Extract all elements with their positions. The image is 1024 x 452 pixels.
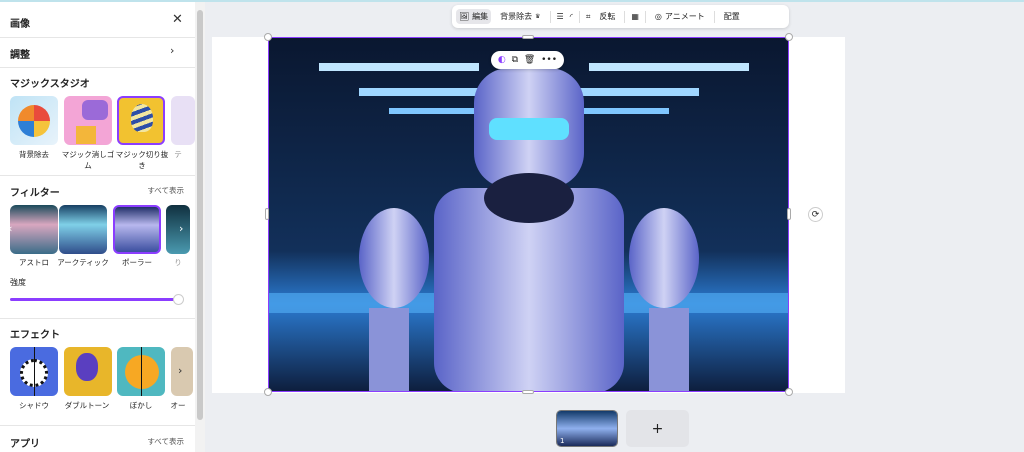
- flip-button[interactable]: 反転: [596, 9, 618, 24]
- element-actions: ◐ ⧉ 🗑 •••: [491, 51, 564, 69]
- resize-handle[interactable]: [785, 388, 793, 396]
- panel-scrollbar[interactable]: [195, 2, 205, 452]
- resize-handle[interactable]: [787, 208, 791, 220]
- magic-label: テ: [174, 150, 182, 159]
- edit-button[interactable]: 🖼 編集: [456, 9, 492, 24]
- context-toolbar: 🖼 編集 背景除去 ♛ ☰ ◜ ⌗ 反転 ▦ ◎ アニメート 配置: [452, 5, 789, 28]
- crop-icon[interactable]: ⌗: [586, 12, 591, 22]
- apps-see-all-link[interactable]: すべて表示: [147, 436, 184, 447]
- adjust-label: 調整: [10, 50, 30, 61]
- effects-title: エフェクト: [10, 330, 60, 341]
- effect-shadow[interactable]: [10, 347, 58, 396]
- magic-label: マジック切り抜き: [115, 150, 169, 170]
- effect-label: オー: [170, 401, 186, 410]
- intensity-slider-thumb[interactable]: [173, 294, 184, 305]
- effect-label: ぼかし: [129, 401, 153, 410]
- duplicate-icon[interactable]: ⧉: [512, 55, 518, 65]
- beach-ball-icon: [18, 105, 50, 137]
- corner-radius-icon[interactable]: ◜: [570, 12, 573, 21]
- effect-blur[interactable]: [117, 347, 165, 396]
- resize-handle[interactable]: [264, 33, 272, 41]
- close-icon[interactable]: ✕: [172, 12, 183, 27]
- filter-label: ポーラー: [122, 258, 152, 267]
- edit-label: 編集: [472, 12, 489, 21]
- magic-tile-bg-remove[interactable]: [10, 96, 58, 145]
- rotate-icon[interactable]: ⟳: [808, 207, 823, 222]
- magic-tile-grab[interactable]: [117, 96, 165, 145]
- magic-icon[interactable]: ◐: [498, 55, 506, 65]
- more-icon[interactable]: •••: [541, 55, 557, 65]
- page-thumbnail[interactable]: 1: [556, 410, 618, 447]
- filter-arctic[interactable]: [59, 205, 107, 254]
- resize-handle[interactable]: [522, 35, 534, 39]
- animate-icon: ◎: [654, 12, 662, 21]
- magic-label: 背景除去: [19, 150, 49, 159]
- add-page-label: +: [651, 420, 664, 437]
- magic-tile-eraser[interactable]: [64, 96, 112, 145]
- bg-remove-button[interactable]: 背景除去 ♛: [497, 9, 543, 24]
- filters-title: フィルター: [10, 188, 60, 199]
- chevron-left-icon[interactable]: ‹: [8, 222, 12, 235]
- panel-title: 画像: [10, 19, 30, 30]
- border-style-icon[interactable]: ☰: [557, 12, 564, 21]
- resize-handle[interactable]: [265, 208, 269, 220]
- balloon-icon: [131, 104, 153, 132]
- magic-tile-more[interactable]: [171, 96, 195, 145]
- trash-icon[interactable]: 🗑: [524, 55, 535, 65]
- image-edit-panel: 画像 ✕ 調整 › マジックスタジオ 背景除去 マジック消しゴム マジック切り抜…: [0, 2, 195, 452]
- filter-label: り: [174, 258, 182, 267]
- resize-handle[interactable]: [264, 388, 272, 396]
- add-page-button[interactable]: +: [626, 410, 689, 447]
- filter-astro[interactable]: [10, 205, 58, 254]
- chevron-right-icon: ›: [170, 44, 175, 57]
- magic-studio-title: マジックスタジオ: [10, 79, 90, 90]
- apps-title: アプリ: [10, 439, 40, 450]
- filters-see-all-link[interactable]: すべて表示: [147, 185, 184, 196]
- resize-handle[interactable]: [522, 390, 534, 394]
- bg-remove-label: 背景除去: [500, 12, 533, 21]
- robot-image[interactable]: [268, 37, 789, 392]
- intensity-label: 強度: [10, 278, 26, 287]
- image-edit-icon: 🖼: [459, 12, 470, 21]
- filter-more[interactable]: [166, 205, 190, 254]
- effect-duotone[interactable]: [64, 347, 112, 396]
- magic-label: マジック消しゴム: [61, 150, 115, 170]
- position-button[interactable]: 配置: [721, 9, 743, 24]
- transparency-icon[interactable]: ▦: [631, 12, 639, 21]
- crown-icon: ♛: [535, 13, 541, 20]
- filter-polar[interactable]: [113, 205, 161, 254]
- filter-label: アストロ: [19, 258, 49, 267]
- animate-button[interactable]: ◎ アニメート: [652, 9, 708, 24]
- effect-label: シャドウ: [19, 401, 49, 410]
- chevron-right-icon[interactable]: ›: [179, 222, 183, 235]
- effect-label: ダブルトーン: [64, 401, 110, 410]
- page-number: 1: [560, 437, 565, 445]
- resize-handle[interactable]: [785, 33, 793, 41]
- chevron-right-icon[interactable]: ›: [178, 364, 182, 377]
- animate-label: アニメート: [664, 12, 705, 21]
- filter-label: アークティック: [57, 258, 109, 267]
- intensity-slider[interactable]: [10, 298, 180, 301]
